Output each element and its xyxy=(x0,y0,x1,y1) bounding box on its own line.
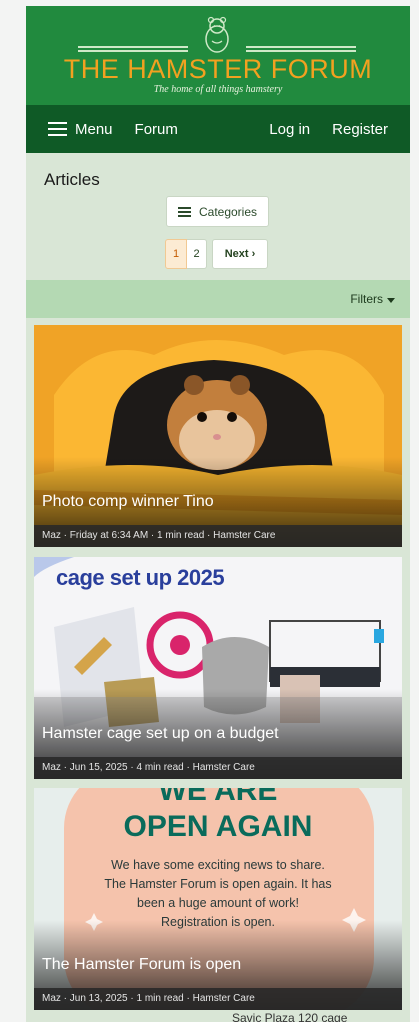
article-meta: Maz · Friday at 6:34 AM · 1 min read · H… xyxy=(34,525,402,547)
site-tagline: The home of all things hamstery xyxy=(153,84,283,95)
page-2-button[interactable]: 2 xyxy=(187,239,207,269)
hamster-logo-icon xyxy=(205,16,229,53)
below-fold-text: Savic Plaza 120 cage xyxy=(232,1011,348,1022)
next-page-button[interactable]: Next › xyxy=(212,239,268,269)
filters-label: Filters xyxy=(350,292,383,306)
caret-down-icon xyxy=(387,298,395,303)
pagination: 1 2 Next › xyxy=(165,239,268,269)
card-image-heading: OPEN AGAIN xyxy=(123,810,313,843)
list-icon xyxy=(177,206,191,217)
register-link[interactable]: Register xyxy=(332,121,388,138)
article-title[interactable]: The Hamster Forum is open xyxy=(42,956,241,974)
card-image-heading: cage set up 2025 xyxy=(56,565,225,590)
article-card[interactable]: cage set up 2025 Hamster cage set up on … xyxy=(34,557,402,779)
card-image-body-line: We have some exciting news to share. xyxy=(111,858,325,872)
page-1-button[interactable]: 1 xyxy=(165,239,187,269)
page: THE HAMSTER FORUM The home of all things… xyxy=(26,6,410,1022)
logo-line-right xyxy=(246,46,356,52)
article-title[interactable]: Photo comp winner Tino xyxy=(42,493,214,511)
login-link[interactable]: Log in xyxy=(269,121,310,138)
article-title[interactable]: Hamster cage set up on a budget xyxy=(42,725,279,743)
site-header[interactable]: THE HAMSTER FORUM The home of all things… xyxy=(26,6,410,105)
card-image-body-line: The Hamster Forum is open again. It has xyxy=(104,877,332,891)
menu-button[interactable]: Menu xyxy=(48,121,113,138)
logo-line-left xyxy=(78,46,188,52)
card-image-body-line: been a huge amount of work! xyxy=(137,896,299,910)
nav-account: Log in Register xyxy=(247,121,388,138)
article-card[interactable]: WE ARE OPEN AGAIN We have some exciting … xyxy=(34,788,402,1010)
main-nav: Menu Forum Log in Register xyxy=(26,105,410,153)
page-title: Articles xyxy=(44,170,100,189)
article-meta: Maz · Jun 15, 2025 · 4 min read · Hamste… xyxy=(34,757,402,779)
filters-bar: Filters xyxy=(26,280,410,318)
categories-button[interactable]: Categories xyxy=(166,196,269,227)
article-meta: Maz · Jun 13, 2025 · 1 min read · Hamste… xyxy=(34,988,402,1010)
article-card[interactable]: Photo comp winner Tino Maz · Friday at 6… xyxy=(34,325,402,547)
site-title: THE HAMSTER FORUM xyxy=(63,54,373,84)
hamburger-icon xyxy=(48,122,67,136)
card-image-heading-top: WE ARE xyxy=(158,788,278,807)
nav-forum-link[interactable]: Forum xyxy=(135,121,178,138)
categories-label: Categories xyxy=(198,204,258,219)
menu-label: Menu xyxy=(75,120,113,138)
filters-button[interactable]: Filters xyxy=(350,292,395,306)
